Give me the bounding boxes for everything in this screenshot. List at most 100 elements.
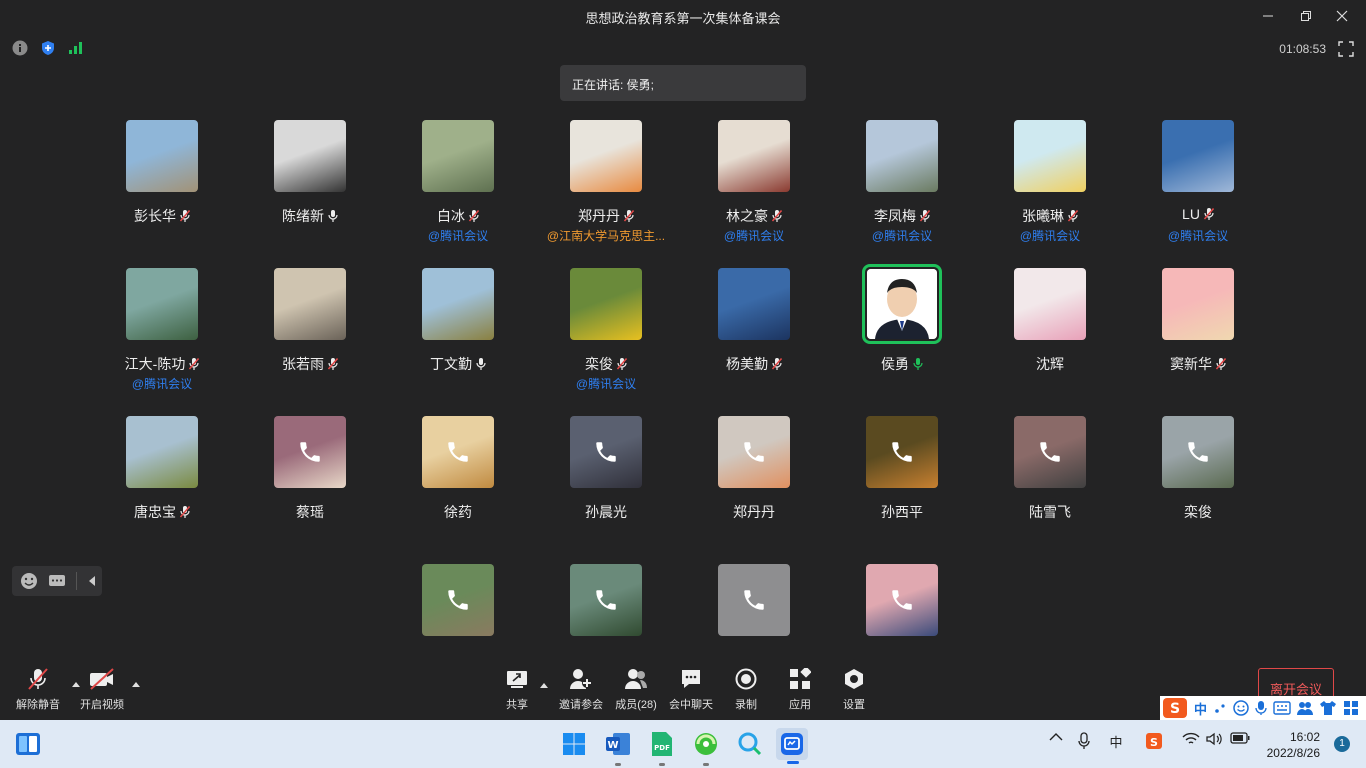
start-video-button[interactable]: 开启视频 <box>80 666 140 712</box>
chat-button[interactable]: 会中聊天 <box>668 666 714 712</box>
participant-name: 侯勇 <box>881 356 909 372</box>
participant-tile[interactable]: 郑丹丹 @江南大学马克思主... <box>532 120 680 250</box>
restore-button[interactable] <box>1288 4 1324 28</box>
camera-off-icon <box>88 666 116 692</box>
mic-muted-icon <box>180 210 190 222</box>
volume-status[interactable] <box>1204 732 1226 746</box>
chat-bubble-icon[interactable] <box>48 572 66 590</box>
participant-tile[interactable]: 陈绪新 <box>236 120 384 250</box>
participant-avatar <box>274 268 346 340</box>
phone-icon <box>718 416 790 488</box>
taskbar: W PDF 中 S 16:02 2022/8/26 1 <box>0 720 1366 768</box>
mic-muted-icon <box>1203 208 1214 220</box>
toolbox-grid-icon[interactable] <box>1343 700 1359 716</box>
participant-tile[interactable]: 栾俊 @腾讯会议 <box>532 268 680 398</box>
participant-name-row: 彭长华 <box>88 206 236 226</box>
participant-tile[interactable]: 江大-陈功 @腾讯会议 <box>88 268 236 398</box>
close-button[interactable] <box>1324 4 1360 28</box>
pdf-app-button[interactable]: PDF <box>646 728 678 766</box>
share-options-caret[interactable] <box>540 683 548 688</box>
settings-button[interactable]: 设置 <box>832 666 876 712</box>
audio-options-caret[interactable] <box>72 682 80 687</box>
participant-name: 孙晨光 <box>585 504 627 520</box>
clock-time: 16:02 <box>1289 730 1320 744</box>
apps-button[interactable]: 应用 <box>778 666 822 712</box>
emoji-icon[interactable] <box>20 572 38 590</box>
active-indicator <box>787 761 799 764</box>
reaction-bar <box>12 566 102 596</box>
tray-ime-mode[interactable]: 中 <box>1106 732 1126 751</box>
system-clock[interactable]: 16:02 2022/8/26 <box>1267 729 1320 761</box>
participant-tile[interactable]: 侯勇 <box>828 264 976 398</box>
participant-name: 窦新华 <box>1170 356 1212 372</box>
sogou-logo-icon[interactable]: S <box>1162 697 1188 719</box>
participant-avatar <box>570 564 642 636</box>
browser-app-button[interactable] <box>690 728 722 766</box>
apps-label: 应用 <box>789 699 811 711</box>
collapse-arrow-icon[interactable] <box>87 575 97 587</box>
windows-start-icon <box>563 733 585 755</box>
participant-tile[interactable]: 李凤梅 @腾讯会议 <box>828 120 976 250</box>
sogou-icon: S <box>1146 733 1162 749</box>
widgets-button[interactable] <box>12 728 44 760</box>
participant-tile[interactable]: 孙晨光 <box>532 416 680 546</box>
participant-tile[interactable]: 郑丹丹 <box>680 416 828 546</box>
participant-tile[interactable]: 白冰 @腾讯会议 <box>384 120 532 250</box>
ime-mode[interactable]: 中 <box>1194 699 1207 718</box>
unmute-button[interactable]: 解除静音 <box>16 666 80 712</box>
apps-grid-icon <box>786 666 814 692</box>
punctuation-icon[interactable] <box>1213 700 1227 716</box>
start-button[interactable] <box>558 728 590 760</box>
participant-avatar <box>1162 120 1234 192</box>
participant-source: @腾讯会议 <box>1167 229 1229 243</box>
mic-muted-icon <box>469 210 479 222</box>
participant-name-row: 丁文勤 <box>384 354 532 374</box>
participant-tile[interactable]: 沈辉 <box>976 268 1124 398</box>
participant-tile[interactable]: 陆雪飞 <box>976 416 1124 546</box>
tray-sogou-button[interactable]: S <box>1144 732 1164 750</box>
tray-mic-button[interactable] <box>1074 732 1094 750</box>
participant-name: 郑丹丹 <box>578 208 620 224</box>
participant-tile[interactable]: 丁文勤 <box>384 268 532 398</box>
invite-button[interactable]: 邀请参会 <box>558 666 604 712</box>
security-shield-icon[interactable] <box>40 40 56 56</box>
tencent-meeting-app-button[interactable] <box>776 728 808 764</box>
word-app-button[interactable]: W <box>602 728 634 766</box>
participant-tile[interactable]: 张若雨 <box>236 268 384 398</box>
members-button[interactable]: 成员(28) <box>614 666 658 712</box>
people-icon[interactable] <box>1297 700 1314 716</box>
video-options-caret[interactable] <box>132 682 140 687</box>
participant-tile[interactable]: 彭长华 <box>88 120 236 250</box>
participant-tile[interactable]: 孙西平 <box>828 416 976 546</box>
participant-avatar <box>1162 268 1234 340</box>
participant-tile[interactable]: 唐忠宝 <box>88 416 236 546</box>
search-app-button[interactable] <box>734 728 766 760</box>
participant-tile[interactable]: 张曦琳 @腾讯会议 <box>976 120 1124 250</box>
signal-strength-icon[interactable] <box>68 40 84 56</box>
skin-shirt-icon[interactable] <box>1319 700 1337 716</box>
wifi-status[interactable] <box>1180 732 1202 746</box>
record-button[interactable]: 录制 <box>724 666 768 712</box>
keyboard-icon[interactable] <box>1273 701 1291 715</box>
participant-avatar <box>570 416 642 488</box>
participant-tile[interactable]: LU @腾讯会议 <box>1124 120 1272 250</box>
minimize-button[interactable] <box>1250 4 1286 28</box>
notification-badge[interactable]: 1 <box>1334 736 1350 752</box>
emoji-icon[interactable] <box>1233 700 1249 716</box>
running-indicator <box>615 763 621 766</box>
participant-name-row: 侯勇 <box>828 354 976 374</box>
participant-tile[interactable]: 栾俊 <box>1124 416 1272 546</box>
voice-input-icon[interactable] <box>1255 700 1267 716</box>
battery-status[interactable] <box>1228 732 1252 744</box>
tray-overflow-button[interactable] <box>1046 732 1066 742</box>
record-label: 录制 <box>735 699 757 711</box>
participant-tile[interactable]: 徐药 <box>384 416 532 546</box>
info-icon[interactable] <box>12 40 28 56</box>
participant-tile[interactable]: 蔡瑶 <box>236 416 384 546</box>
mic-muted-icon <box>24 666 52 692</box>
share-button[interactable]: 共享 <box>500 666 534 712</box>
fullscreen-icon[interactable] <box>1338 41 1354 57</box>
participant-tile[interactable]: 窦新华 <box>1124 268 1272 398</box>
participant-tile[interactable]: 林之豪 @腾讯会议 <box>680 120 828 250</box>
participant-tile[interactable]: 杨美勤 <box>680 268 828 398</box>
